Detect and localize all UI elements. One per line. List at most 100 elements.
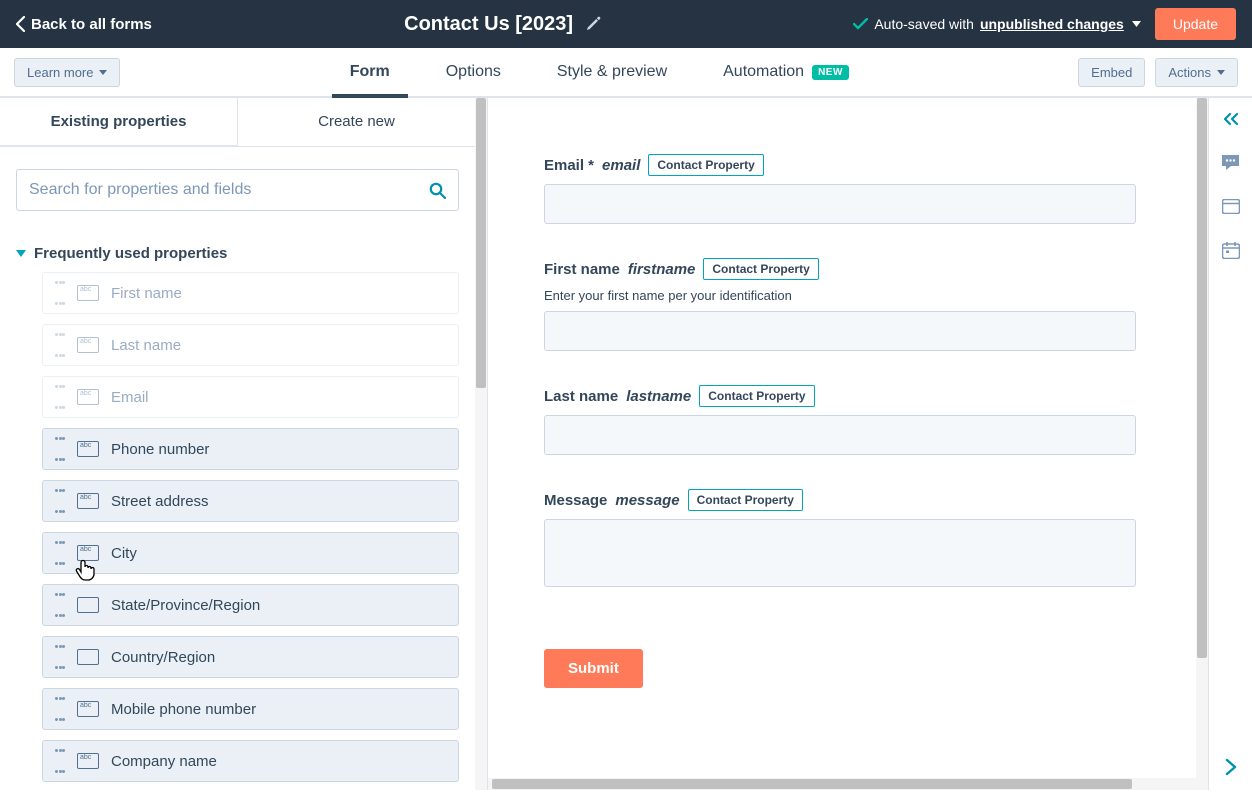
page-title: Contact Us [2023]: [404, 13, 573, 36]
caret-down-icon: [99, 70, 107, 75]
search-input[interactable]: [29, 181, 429, 199]
learn-more-label: Learn more: [27, 65, 93, 80]
caret-down-icon: [1217, 70, 1225, 75]
search-icon[interactable]: [429, 182, 446, 199]
field-api-name: firstname: [628, 261, 696, 278]
check-icon: [853, 18, 868, 30]
autosave-status[interactable]: Auto-saved with unpublished changes: [853, 16, 1141, 32]
field-api-name: message: [615, 492, 679, 509]
right-rail: [1208, 98, 1252, 790]
caret-down-icon: [1132, 21, 1141, 27]
actions-button[interactable]: Actions: [1155, 58, 1238, 87]
status-prefix: Auto-saved with: [874, 16, 974, 32]
scrollbar-thumb[interactable]: [476, 98, 486, 388]
calendar-icon[interactable]: [1222, 242, 1240, 259]
tab-automation[interactable]: Automation NEW: [723, 48, 849, 96]
learn-more-button[interactable]: Learn more: [14, 58, 120, 87]
subnav-tabs: Form Options Style & preview Automation …: [120, 48, 1078, 96]
field-input[interactable]: [544, 311, 1136, 351]
drag-handle-icon[interactable]: [55, 645, 65, 669]
group-header[interactable]: Frequently used properties: [0, 219, 475, 272]
expand-right-icon[interactable]: [1225, 758, 1237, 776]
embed-button[interactable]: Embed: [1078, 58, 1145, 87]
property-item: First name: [42, 272, 459, 314]
drag-handle-icon: [55, 333, 65, 357]
field-input[interactable]: [544, 184, 1136, 224]
contact-property-tag: Contact Property: [648, 154, 763, 176]
form-field[interactable]: Email * email Contact Property: [544, 154, 1152, 224]
field-type-icon: [77, 493, 99, 509]
tab-options[interactable]: Options: [446, 48, 501, 96]
new-badge: NEW: [812, 65, 849, 80]
property-item[interactable]: Phone number: [42, 428, 459, 470]
field-type-icon: [77, 441, 99, 457]
field-api-name: email: [602, 157, 640, 174]
field-type-icon: [77, 285, 99, 301]
field-helper-text: Enter your first name per your identific…: [544, 288, 1152, 303]
collapse-icon[interactable]: [1222, 112, 1240, 126]
form-field[interactable]: Last namelastnameContact Property: [544, 385, 1152, 455]
canvas-wrap: Email * email Contact Property First name fi…: [488, 98, 1252, 790]
scrollbar-thumb[interactable]: [1197, 98, 1207, 658]
property-item[interactable]: Mobile phone number: [42, 688, 459, 730]
canvas-scrollbar-v[interactable]: [1196, 98, 1208, 790]
drag-handle-icon[interactable]: [55, 593, 65, 617]
field-header: MessagemessageContact Property: [544, 489, 1152, 511]
field-type-icon: [77, 753, 99, 769]
update-button[interactable]: Update: [1155, 8, 1236, 40]
main: Existing properties Create new Frequentl…: [0, 98, 1252, 790]
field-header: First name firstname Contact Property: [544, 258, 1152, 280]
property-list: First name Last name Email Phone number Stre…: [0, 272, 475, 802]
property-item[interactable]: State/Province/Region: [42, 584, 459, 626]
contact-property-tag: Contact Property: [703, 258, 818, 280]
contact-property-tag: Contact Property: [699, 385, 814, 407]
drag-handle-icon[interactable]: [55, 749, 65, 773]
tab-existing-properties[interactable]: Existing properties: [0, 98, 238, 146]
tab-style-preview[interactable]: Style & preview: [557, 48, 667, 96]
field-input[interactable]: [544, 415, 1136, 455]
contact-property-tag: Contact Property: [688, 489, 803, 511]
canvas-scrollbar-h[interactable]: [488, 778, 1208, 790]
field-label: First name: [544, 261, 620, 278]
property-label: Street address: [111, 493, 448, 510]
property-item[interactable]: City: [42, 532, 459, 574]
left-scrollbar[interactable]: [475, 98, 487, 790]
tab-create-new[interactable]: Create new: [238, 98, 475, 146]
property-item[interactable]: Street address: [42, 480, 459, 522]
form-field[interactable]: First name firstname Contact Property Enter…: [544, 258, 1152, 351]
field-type-icon: [77, 545, 99, 561]
field-label: Email *: [544, 157, 594, 174]
drag-handle-icon[interactable]: [55, 541, 65, 565]
drag-handle-icon[interactable]: [55, 489, 65, 513]
form-field[interactable]: MessagemessageContact Property: [544, 489, 1152, 587]
drag-handle-icon: [55, 385, 65, 409]
property-label: Company name: [111, 753, 448, 770]
back-to-forms-link[interactable]: Back to all forms: [16, 16, 152, 33]
scrollbar-thumb[interactable]: [492, 779, 1132, 789]
property-label: City: [111, 545, 448, 562]
property-item: Last name: [42, 324, 459, 366]
chat-icon[interactable]: [1221, 154, 1240, 171]
search-box[interactable]: [16, 169, 459, 211]
tab-form[interactable]: Form: [350, 48, 390, 96]
drag-handle-icon: [55, 281, 65, 305]
property-label: Phone number: [111, 441, 448, 458]
property-label: Mobile phone number: [111, 701, 448, 718]
property-item[interactable]: Country/Region: [42, 636, 459, 678]
property-label: Email: [111, 389, 448, 406]
property-item[interactable]: Company name: [42, 740, 459, 782]
field-type-icon: [77, 649, 99, 665]
pencil-icon[interactable]: [585, 16, 601, 32]
property-label: State/Province/Region: [111, 597, 448, 614]
drag-handle-icon[interactable]: [55, 437, 65, 461]
property-label: Country/Region: [111, 649, 448, 666]
subnav: Learn more Form Options Style & preview …: [0, 48, 1252, 98]
drag-handle-icon[interactable]: [55, 697, 65, 721]
field-input[interactable]: [544, 519, 1136, 587]
subnav-right: Embed Actions: [1078, 58, 1238, 87]
property-label: Last name: [111, 337, 448, 354]
submit-button[interactable]: Submit: [544, 649, 643, 688]
search-row: [0, 147, 475, 219]
form-canvas: Email * email Contact Property First name fi…: [488, 98, 1208, 790]
window-icon[interactable]: [1222, 199, 1240, 214]
